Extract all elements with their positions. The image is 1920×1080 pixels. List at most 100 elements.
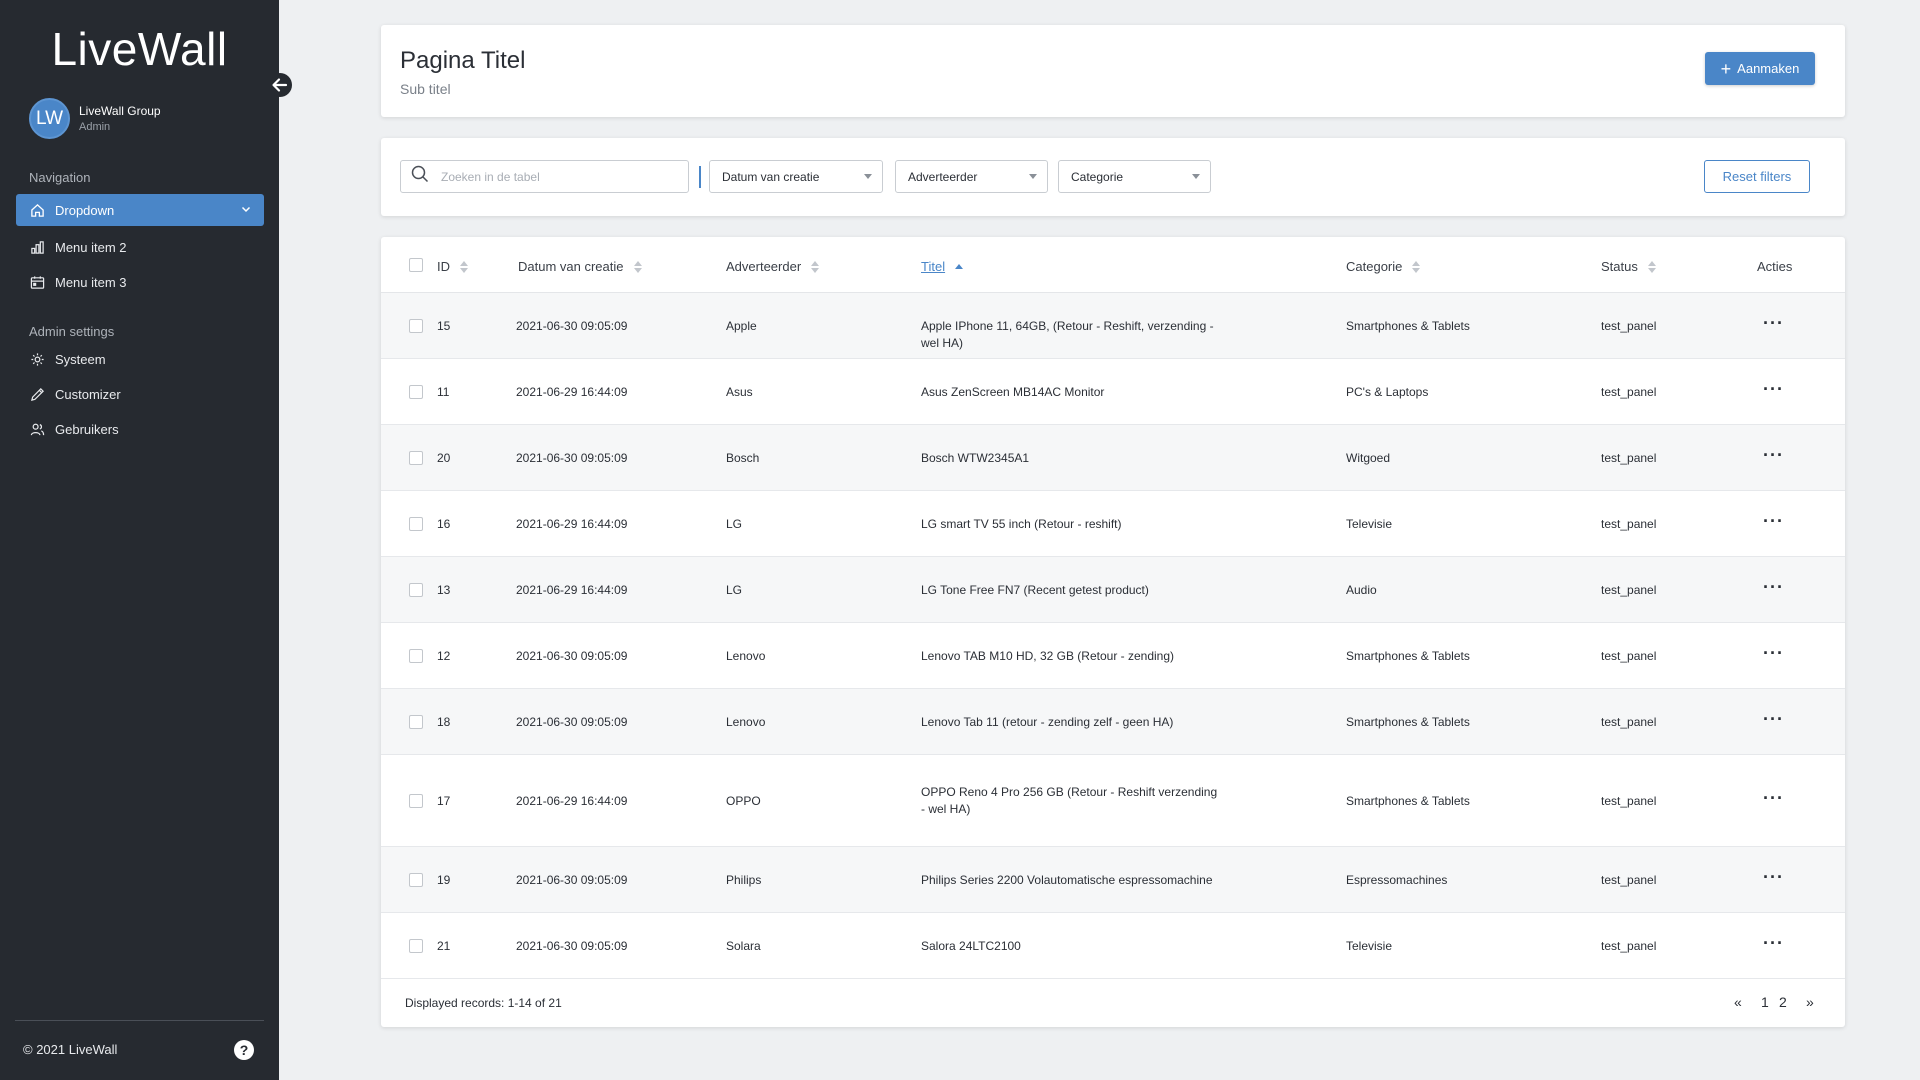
more-actions-icon[interactable]: ···: [1763, 313, 1784, 334]
more-actions-icon[interactable]: ···: [1763, 788, 1784, 809]
sidebar-item-gebruikers[interactable]: Gebruikers: [16, 413, 264, 445]
cell-status: test_panel: [1601, 872, 1657, 887]
search-input[interactable]: [441, 169, 661, 184]
advertiser-filter-select[interactable]: Adverteerder: [895, 160, 1048, 193]
cell-id: 18: [437, 714, 451, 729]
collapse-sidebar-button[interactable]: [268, 73, 292, 97]
column-header-label: Acties: [1757, 259, 1793, 274]
data-table: ID Datum van creatie Adverteerder Titel …: [381, 237, 1845, 1027]
select-all-checkbox[interactable]: [409, 258, 423, 272]
sidebar-item-label: Gebruikers: [55, 421, 119, 437]
table-row[interactable]: 11 2021-06-29 16:44:09 Asus Asus ZenScreen …: [381, 359, 1845, 425]
more-actions-icon[interactable]: ···: [1763, 511, 1784, 532]
more-actions-icon[interactable]: ···: [1763, 709, 1784, 730]
table-row[interactable]: 15 2021-06-30 09:05:09 Apple Apple IPhone 1…: [381, 293, 1845, 359]
pagination-next[interactable]: »: [1806, 994, 1814, 1010]
date-filter-select[interactable]: Datum van creatie: [709, 160, 883, 193]
table-row[interactable]: 20 2021-06-30 09:05:09 Bosch Bosch WTW2345A…: [381, 425, 1845, 491]
cell-advertiser: Lenovo: [726, 714, 766, 729]
column-header-category[interactable]: Categorie: [1346, 259, 1421, 274]
cell-advertiser: Bosch: [726, 450, 760, 465]
user-profile[interactable]: LW LiveWall Group Admin: [29, 98, 161, 139]
cell-category: Smartphones & Tablets: [1346, 318, 1470, 333]
sidebar-item-menu-3[interactable]: Menu item 3: [16, 266, 264, 298]
cell-status: test_panel: [1601, 318, 1657, 333]
sidebar-item-label: Menu item 2: [55, 239, 127, 255]
cell-date: 2021-06-29 16:44:09: [516, 793, 628, 808]
row-checkbox[interactable]: [409, 715, 423, 729]
search-field[interactable]: [400, 160, 689, 193]
row-checkbox[interactable]: [409, 385, 423, 399]
table-row[interactable]: 12 2021-06-30 09:05:09 Lenovo Lenovo TAB M1…: [381, 623, 1845, 689]
row-checkbox[interactable]: [409, 939, 423, 953]
create-button-label: Aanmaken: [1737, 61, 1800, 76]
pagination-page-2[interactable]: 2: [1779, 994, 1787, 1010]
cell-date: 2021-06-29 16:44:09: [516, 582, 628, 597]
cell-title: Lenovo Tab 11 (retour - zending zelf - g…: [921, 714, 1174, 729]
cell-status: test_panel: [1601, 384, 1657, 399]
cell-title: OPPO Reno 4 Pro 256 GB (Retour - Reshift…: [921, 785, 1218, 816]
table-row[interactable]: 18 2021-06-30 09:05:09 Lenovo Lenovo Tab 11…: [381, 689, 1845, 755]
column-header-status[interactable]: Status: [1601, 259, 1656, 274]
column-header-id[interactable]: ID: [437, 259, 468, 274]
advertiser-filter-value: Adverteerder: [908, 169, 978, 184]
sidebar-item-menu-2[interactable]: Menu item 2: [16, 231, 264, 263]
more-actions-icon[interactable]: ···: [1763, 577, 1784, 598]
row-checkbox[interactable]: [409, 451, 423, 465]
create-button[interactable]: + Aanmaken: [1705, 52, 1815, 85]
table-row[interactable]: 16 2021-06-29 16:44:09 LG LG smart TV 55 in…: [381, 491, 1845, 557]
more-actions-icon[interactable]: ···: [1763, 867, 1784, 888]
date-filter-value: Datum van creatie: [722, 169, 820, 184]
row-checkbox[interactable]: [409, 649, 423, 663]
cell-id: 12: [437, 648, 451, 663]
sort-icon: [1412, 260, 1421, 273]
reset-filters-button[interactable]: Reset filters: [1704, 160, 1810, 193]
table-row[interactable]: 21 2021-06-30 09:05:09 Solara Salora 24LTC2…: [381, 913, 1845, 979]
search-icon: [411, 165, 429, 188]
table-row[interactable]: 19 2021-06-30 09:05:09 Philips Philips Seri…: [381, 847, 1845, 913]
user-role: Admin: [79, 121, 111, 133]
row-checkbox[interactable]: [409, 517, 423, 531]
column-header-date[interactable]: Datum van creatie: [518, 259, 642, 274]
pagination-prev[interactable]: «: [1734, 994, 1742, 1010]
more-actions-icon[interactable]: ···: [1763, 933, 1784, 954]
cell-category: Smartphones & Tablets: [1346, 793, 1470, 808]
sidebar-item-label: Customizer: [55, 386, 121, 402]
page-header: Pagina Titel Sub titel + Aanmaken: [381, 25, 1845, 117]
cell-id: 17: [437, 793, 451, 808]
cell-date: 2021-06-30 09:05:09: [516, 714, 628, 729]
more-actions-icon[interactable]: ···: [1763, 445, 1784, 466]
sidebar-item-customizer[interactable]: Customizer: [16, 378, 264, 410]
category-filter-select[interactable]: Categorie: [1058, 160, 1211, 193]
cell-category: Televisie: [1346, 516, 1393, 531]
cell-category: Espressomachines: [1346, 872, 1448, 887]
filter-bar: Datum van creatie Adverteerder Categorie…: [381, 138, 1845, 216]
table-row[interactable]: 17 2021-06-29 16:44:09 OPPO OPPO Reno 4 Pro…: [381, 755, 1845, 847]
more-actions-icon[interactable]: ···: [1763, 643, 1784, 664]
column-header-label: Status: [1601, 259, 1638, 274]
pagination-page-1[interactable]: 1: [1761, 994, 1769, 1010]
sidebar-item-dropdown[interactable]: Dropdown: [16, 194, 264, 226]
row-checkbox[interactable]: [409, 794, 423, 808]
column-header-advertiser[interactable]: Adverteerder: [726, 259, 820, 274]
cell-title: LG Tone Free FN7 (Recent getest product): [921, 582, 1149, 597]
records-count: Displayed records: 1-14 of 21: [405, 996, 562, 1010]
row-checkbox[interactable]: [409, 873, 423, 887]
row-checkbox[interactable]: [409, 319, 423, 333]
row-checkbox[interactable]: [409, 583, 423, 597]
column-header-title[interactable]: Titel: [921, 259, 964, 274]
cell-date: 2021-06-30 09:05:09: [516, 450, 628, 465]
cell-category: PC's & Laptops: [1346, 384, 1429, 399]
nav-section-label: Navigation: [29, 170, 91, 185]
table-row[interactable]: 13 2021-06-29 16:44:09 LG LG Tone Free FN7 …: [381, 557, 1845, 623]
pencil-icon: [29, 386, 45, 402]
help-icon[interactable]: ?: [234, 1040, 254, 1060]
cell-date: 2021-06-30 09:05:09: [516, 872, 628, 887]
gear-icon: [29, 351, 45, 367]
more-actions-icon[interactable]: ···: [1763, 379, 1784, 400]
sidebar-item-systeem[interactable]: Systeem: [16, 343, 264, 375]
page-title: Pagina Titel: [400, 47, 526, 74]
cell-status: test_panel: [1601, 648, 1657, 663]
sort-icon: [1647, 260, 1656, 273]
arrow-left-icon: [272, 78, 288, 92]
